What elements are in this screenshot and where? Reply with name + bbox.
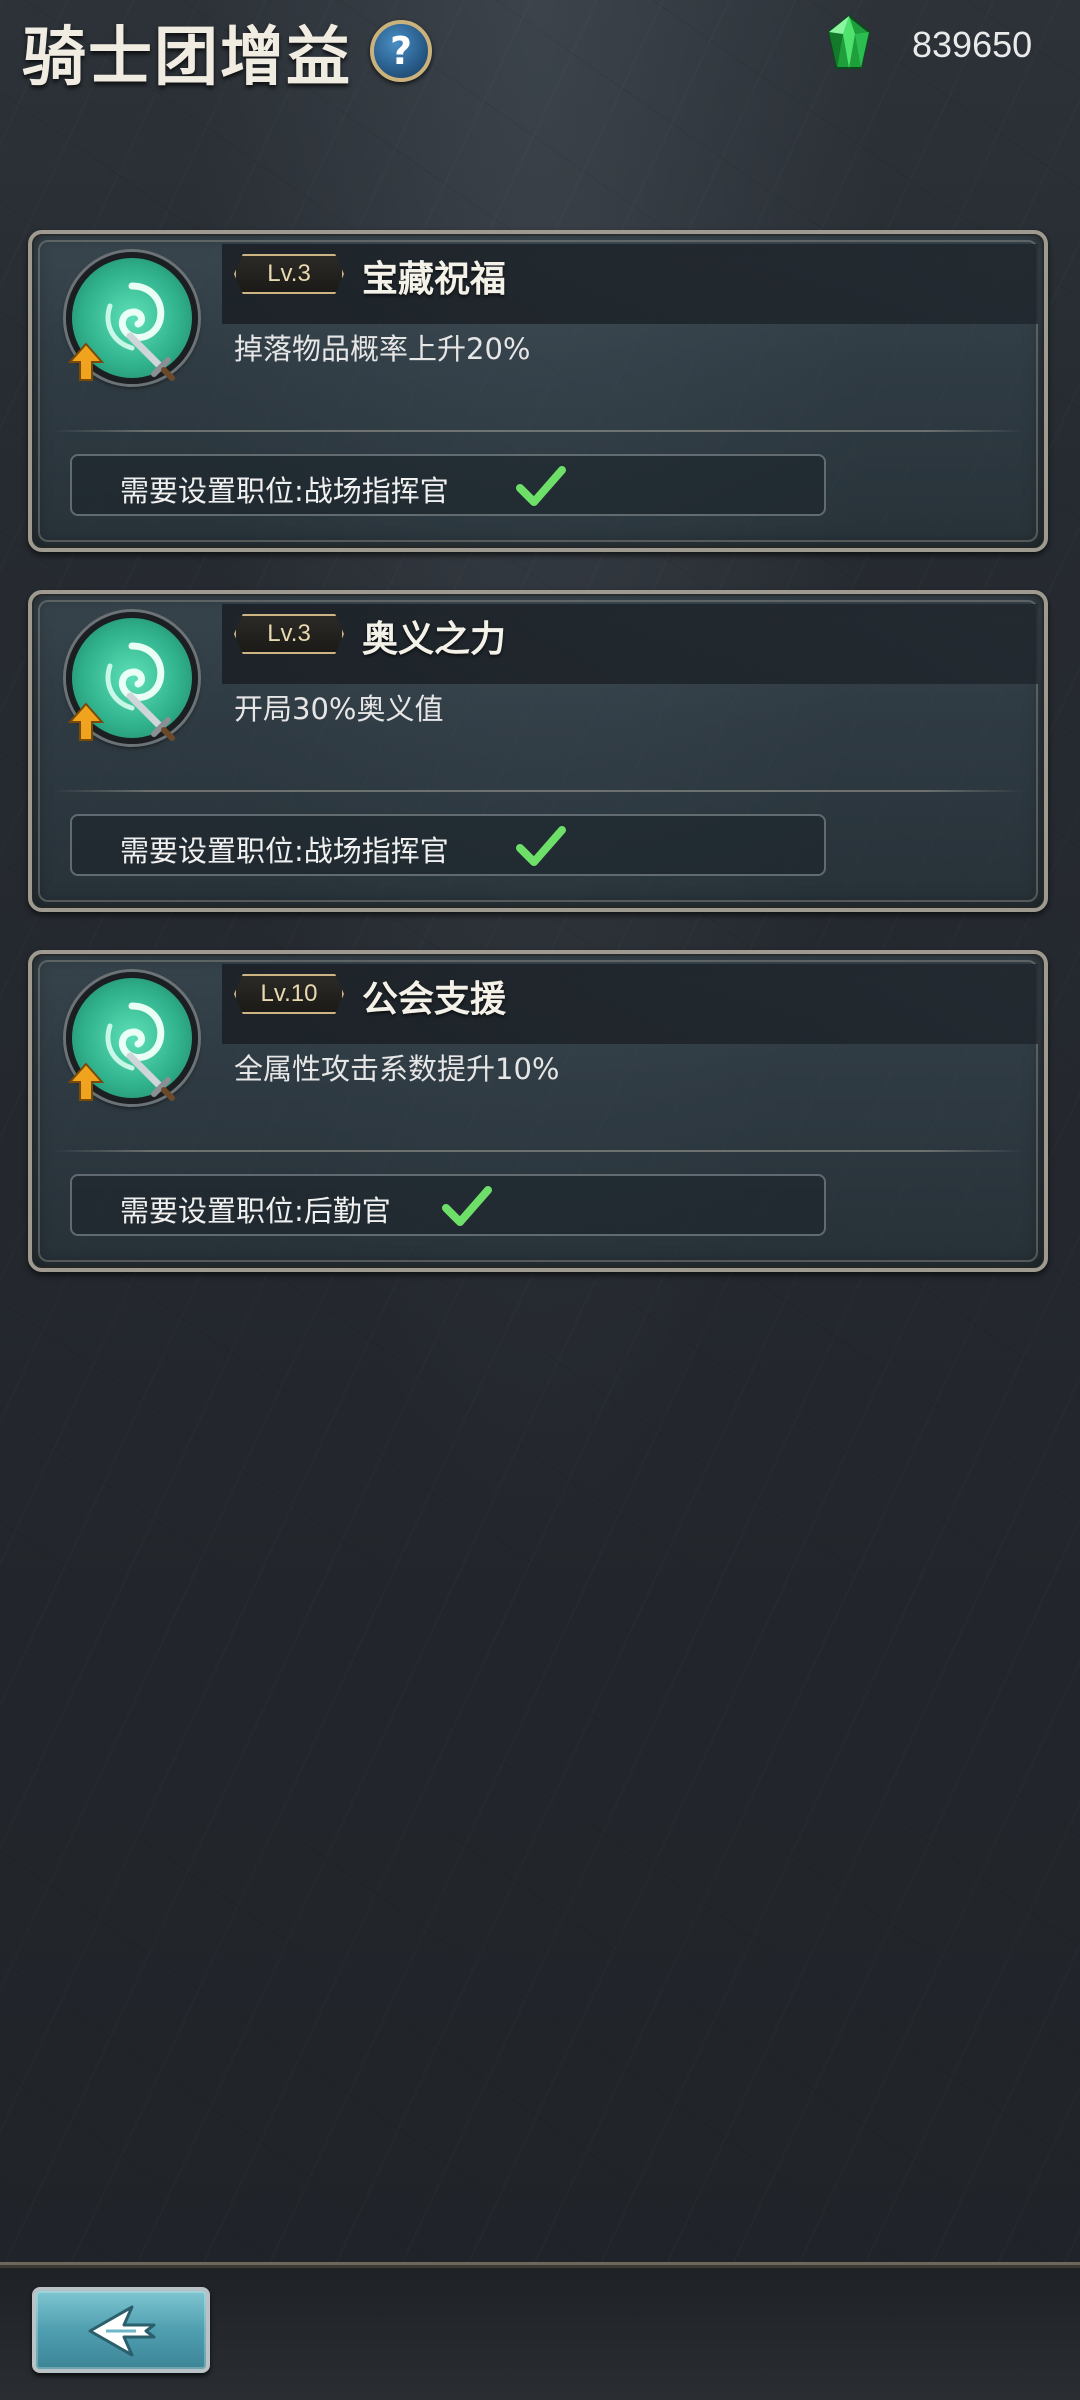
page-title: 骑士团增益 [22, 20, 352, 95]
level-badge: Lv.10 [234, 974, 344, 1014]
divider [52, 1150, 1024, 1152]
help-icon: ? [389, 29, 413, 73]
back-arrow-icon [88, 2305, 156, 2357]
header: 骑士团增益 ? 839650 [0, 0, 1080, 110]
bottom-bar [0, 2262, 1080, 2400]
sword-icon [126, 1052, 175, 1101]
buff-name: 宝藏祝福 [362, 258, 507, 300]
buff-name: 奥义之力 [362, 618, 507, 660]
help-button[interactable]: ? [370, 20, 432, 82]
back-button[interactable] [32, 2287, 210, 2373]
upgrade-arrow-icon [68, 1062, 104, 1101]
sword-icon [126, 692, 175, 741]
buff-description: 开局30%奥义值 [234, 692, 444, 726]
green-gem-icon [827, 14, 871, 69]
buff-card: Lv.3 宝藏祝福 掉落物品概率上升20% 需要设置职位:战场指挥官 [28, 230, 1048, 552]
requirement-text: 需要设置职位:后勤官 [120, 1194, 391, 1228]
currency-value: 839650 [912, 24, 1033, 65]
level-badge: Lv.3 [234, 254, 344, 294]
requirement-text: 需要设置职位:战场指挥官 [120, 474, 449, 508]
check-icon [516, 826, 566, 866]
check-icon [442, 1186, 492, 1226]
requirement-box: 需要设置职位:战场指挥官 [70, 814, 826, 876]
buff-card: Lv.3 奥义之力 开局30%奥义值 需要设置职位:战场指挥官 [28, 590, 1048, 912]
divider [52, 430, 1024, 432]
sword-icon [126, 332, 175, 381]
card-header-band [222, 604, 1038, 684]
level-badge: Lv.3 [234, 614, 344, 654]
requirement-box: 需要设置职位:后勤官 [70, 1174, 826, 1236]
skill-icon[interactable] [66, 972, 198, 1104]
requirement-text: 需要设置职位:战场指挥官 [120, 834, 449, 868]
buff-card: Lv.10 公会支援 全属性攻击系数提升10% 需要设置职位:后勤官 [28, 950, 1048, 1272]
requirement-box: 需要设置职位:战场指挥官 [70, 454, 826, 516]
upgrade-arrow-icon [68, 342, 104, 381]
check-icon [516, 466, 566, 506]
skill-icon[interactable] [66, 612, 198, 744]
card-header-band [222, 244, 1038, 324]
buff-name: 公会支援 [362, 978, 507, 1020]
buff-description: 掉落物品概率上升20% [234, 332, 531, 366]
divider [52, 790, 1024, 792]
upgrade-arrow-icon [68, 702, 104, 741]
buff-description: 全属性攻击系数提升10% [234, 1052, 560, 1086]
skill-icon[interactable] [66, 252, 198, 384]
card-header-band [222, 964, 1038, 1044]
